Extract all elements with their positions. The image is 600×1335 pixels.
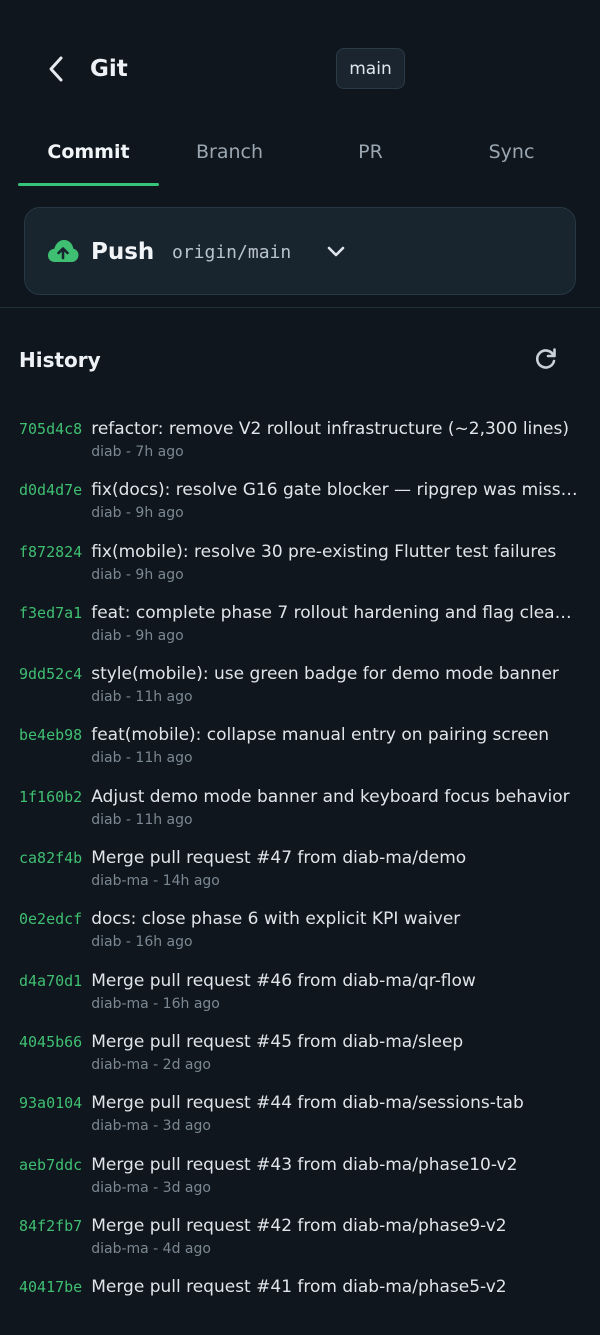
history-title: History xyxy=(19,348,101,372)
commit-hash: 4045b66 xyxy=(19,1032,83,1051)
commit-item[interactable]: ca82f4b Merge pull request #47 from diab-… xyxy=(0,845,600,906)
commit-hash: d4a70d1 xyxy=(19,971,83,990)
branch-badge[interactable]: main xyxy=(336,48,405,89)
commit-meta: diab-ma - 16h ago xyxy=(91,995,220,1012)
commit-item[interactable]: 0e2edcf docs: close phase 6 with explicit… xyxy=(0,906,600,967)
commit-hash: 705d4c8 xyxy=(19,420,83,438)
commit-message: style(mobile): use green badge for demo … xyxy=(91,664,559,685)
commit-meta: diab - 11h ago xyxy=(91,689,193,706)
tab-branch[interactable]: Branch xyxy=(159,126,300,184)
commit-item[interactable]: 9dd52c4 style(mobile): use green badge fo… xyxy=(0,661,600,722)
commit-hash: ca82f4b xyxy=(19,849,83,868)
commit-meta: diab - 11h ago xyxy=(91,750,193,767)
commit-message: Adjust demo mode banner and keyboard foc… xyxy=(91,786,570,807)
commit-item[interactable]: d0d4d7e fix(docs): resolve G16 gate block… xyxy=(0,477,600,538)
commit-hash: aeb7ddc xyxy=(19,1155,83,1174)
cloud-upload-icon xyxy=(48,240,79,262)
page-title: Git xyxy=(90,56,128,82)
commit-message: docs: close phase 6 with explicit KPI wa… xyxy=(91,909,461,930)
commit-item[interactable]: 40417be Merge pull request #41 from diab-… xyxy=(0,1274,600,1335)
chevron-down-icon[interactable] xyxy=(325,240,347,262)
push-card[interactable]: Push origin/main xyxy=(24,207,576,295)
commit-message: fix(mobile): resolve 30 pre-existing Flu… xyxy=(91,541,557,562)
commit-hash: be4eb98 xyxy=(19,726,83,745)
refresh-icon[interactable] xyxy=(533,346,559,372)
commit-message: Merge pull request #44 from diab-ma/sess… xyxy=(91,1093,524,1114)
commit-item[interactable]: 84f2fb7 Merge pull request #42 from diab-… xyxy=(0,1213,600,1274)
commit-item[interactable]: 93a0104 Merge pull request #44 from diab-… xyxy=(0,1090,600,1151)
commit-message: Merge pull request #42 from diab-ma/phas… xyxy=(91,1215,507,1236)
commit-hash: d0d4d7e xyxy=(19,481,83,500)
commit-message: Merge pull request #41 from diab-ma/phas… xyxy=(91,1277,507,1298)
active-tab-indicator xyxy=(18,183,159,186)
commit-meta: diab-ma - 2d ago xyxy=(91,1056,211,1073)
commit-meta: diab - 7h ago xyxy=(91,444,184,460)
commit-meta: diab-ma - 3d ago xyxy=(91,1118,211,1135)
commit-item[interactable]: 4045b66 Merge pull request #45 from diab-… xyxy=(0,1029,600,1090)
tab-sync[interactable]: Sync xyxy=(441,126,582,184)
commit-list: 705d4c8 refactor: remove V2 rollout infra… xyxy=(0,416,600,1335)
commit-message: Merge pull request #45 from diab-ma/slee… xyxy=(91,1031,464,1052)
tab-bar: Commit Branch PR Sync xyxy=(0,126,600,188)
commit-meta: diab - 11h ago xyxy=(91,811,193,828)
push-label: Push xyxy=(91,239,155,265)
commit-meta: diab-ma - 3d ago xyxy=(91,1179,211,1196)
commit-meta: diab - 9h ago xyxy=(91,566,184,583)
commit-meta: diab - 9h ago xyxy=(91,505,184,522)
commit-hash: 40417be xyxy=(19,1278,83,1297)
commit-hash: f872824 xyxy=(19,542,83,561)
commit-item[interactable]: aeb7ddc Merge pull request #43 from diab-… xyxy=(0,1152,600,1213)
commit-item[interactable]: 1f160b2 Adjust demo mode banner and keybo… xyxy=(0,784,600,845)
commit-hash: 84f2fb7 xyxy=(19,1216,83,1235)
commit-item[interactable]: be4eb98 feat(mobile): collapse manual ent… xyxy=(0,722,600,783)
commit-hash: 1f160b2 xyxy=(19,787,83,806)
header: Git main xyxy=(0,0,600,130)
commit-message: fix(docs): resolve G16 gate blocker — ri… xyxy=(91,480,578,501)
commit-hash: 93a0104 xyxy=(19,1094,83,1113)
divider xyxy=(0,307,600,308)
commit-message: feat: complete phase 7 rollout hardening… xyxy=(91,602,578,623)
commit-item[interactable]: f872824 fix(mobile): resolve 30 pre-exist… xyxy=(0,539,600,600)
commit-meta: diab - 16h ago xyxy=(91,934,193,951)
commit-hash: 0e2edcf xyxy=(19,910,83,929)
commit-item[interactable]: f3ed7a1 feat: complete phase 7 rollout ha… xyxy=(0,600,600,661)
commit-item[interactable]: d4a70d1 Merge pull request #46 from diab-… xyxy=(0,968,600,1029)
tab-pr[interactable]: PR xyxy=(300,126,441,184)
commit-message: refactor: remove V2 rollout infrastructu… xyxy=(91,419,570,439)
commit-hash: f3ed7a1 xyxy=(19,603,83,622)
commit-hash: 9dd52c4 xyxy=(19,665,83,684)
tab-commit[interactable]: Commit xyxy=(18,126,159,184)
back-button[interactable] xyxy=(40,52,72,86)
chevron-left-icon xyxy=(49,56,63,82)
push-target: origin/main xyxy=(172,242,292,263)
commit-meta: diab-ma - 4d ago xyxy=(91,1240,211,1257)
commit-message: feat(mobile): collapse manual entry on p… xyxy=(91,725,550,746)
commit-message: Merge pull request #47 from diab-ma/demo xyxy=(91,848,467,869)
commit-item[interactable]: 705d4c8 refactor: remove V2 rollout infra… xyxy=(0,416,600,477)
commit-message: Merge pull request #46 from diab-ma/qr-f… xyxy=(91,970,476,991)
commit-meta: diab - 9h ago xyxy=(91,627,184,644)
commit-meta: diab-ma - 14h ago xyxy=(91,873,220,890)
commit-message: Merge pull request #43 from diab-ma/phas… xyxy=(91,1154,518,1175)
